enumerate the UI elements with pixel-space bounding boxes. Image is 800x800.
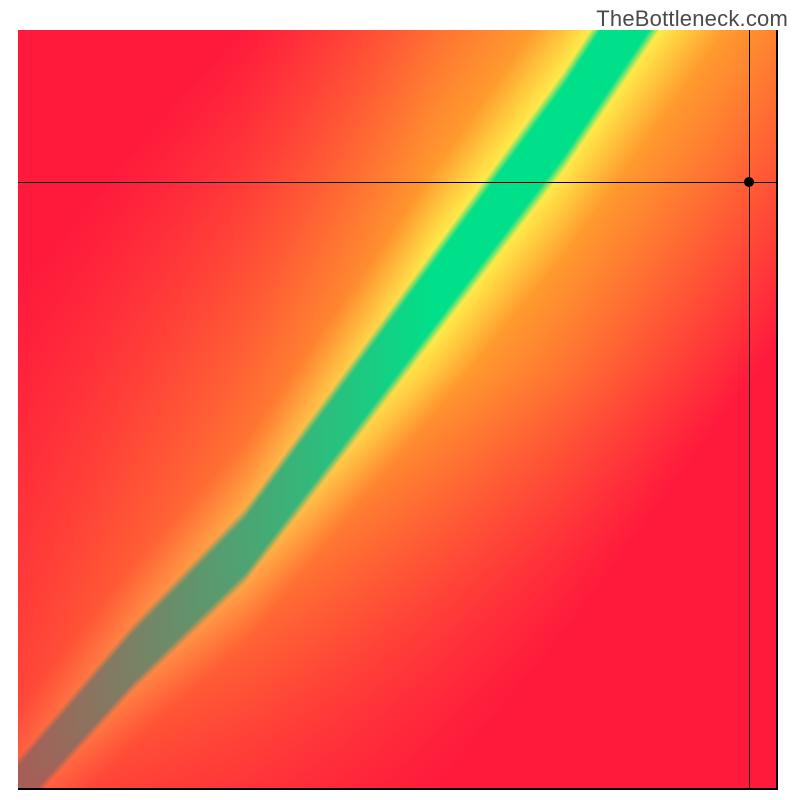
plot-area: [18, 30, 778, 790]
heatmap-canvas: [18, 30, 776, 788]
chart-container: TheBottleneck.com: [0, 0, 800, 800]
marker-dot: [744, 177, 754, 187]
watermark-text: TheBottleneck.com: [596, 6, 788, 32]
crosshair-horizontal: [18, 182, 776, 183]
crosshair-vertical: [749, 30, 750, 788]
